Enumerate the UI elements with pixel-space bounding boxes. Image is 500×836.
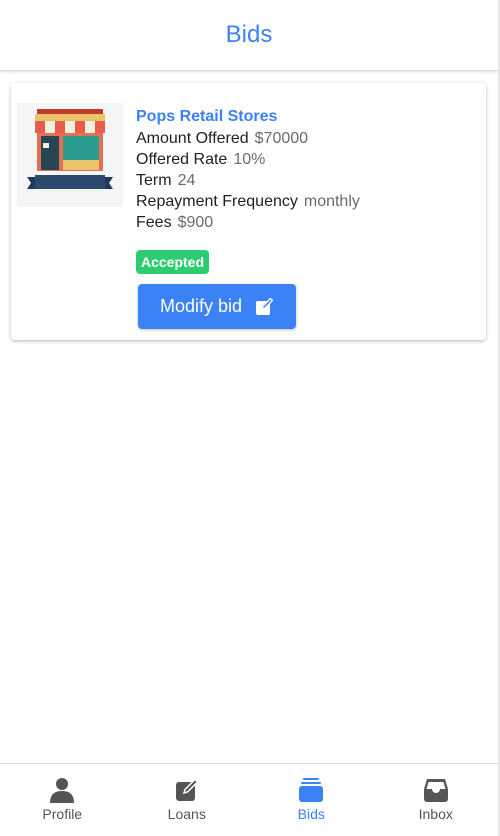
edit-icon	[256, 297, 274, 315]
field-label: Term	[136, 172, 172, 189]
business-thumbnail	[17, 103, 123, 207]
tab-label: Bids	[297, 806, 325, 822]
person-icon	[50, 778, 75, 803]
business-name: Pops Retail Stores	[136, 108, 278, 125]
field-label: Amount Offered	[136, 130, 249, 147]
inbox-icon	[423, 779, 448, 802]
amount-offered-row: Amount Offered $70000	[136, 128, 476, 149]
app-header: Bids	[0, 0, 498, 71]
edit-icon	[175, 778, 199, 801]
bid-card: Pops Retail Stores Amount Offered $70000 …	[11, 83, 486, 340]
field-value: $900	[177, 214, 214, 231]
tab-profile[interactable]: Profile	[0, 764, 125, 836]
bid-details: Pops Retail Stores Amount Offered $70000 …	[136, 107, 476, 233]
modify-bid-label: Modify bid	[159, 296, 243, 316]
small-business-image	[17, 103, 123, 207]
field-value: $70000	[254, 130, 309, 147]
field-value: 10%	[233, 151, 266, 168]
tab-inbox[interactable]: Inbox	[374, 764, 499, 836]
bottom-tab-bar: Profile Loans Bids Inbox	[0, 763, 498, 836]
field-value: 24	[177, 172, 196, 189]
field-label: Fees	[136, 214, 172, 231]
tab-label: Inbox	[418, 806, 453, 822]
repayment-frequency-row: Repayment Frequency monthly	[136, 191, 476, 212]
fees-row: Fees $900	[136, 212, 476, 233]
field-label: Repayment Frequency	[136, 193, 298, 210]
page-title: Bids	[225, 21, 273, 48]
stack-icon	[299, 778, 324, 802]
tab-loans[interactable]: Loans	[125, 764, 250, 836]
field-label: Offered Rate	[136, 151, 228, 168]
term-row: Term 24	[136, 170, 476, 191]
offered-rate-row: Offered Rate 10%	[136, 149, 476, 170]
tab-bids[interactable]: Bids	[249, 764, 374, 836]
modify-bid-button[interactable]: Modify bid	[138, 284, 296, 329]
tab-label: Profile	[42, 806, 83, 822]
field-value: monthly	[303, 193, 360, 210]
status-badge: Accepted	[136, 250, 210, 274]
tab-label: Loans	[167, 806, 206, 822]
